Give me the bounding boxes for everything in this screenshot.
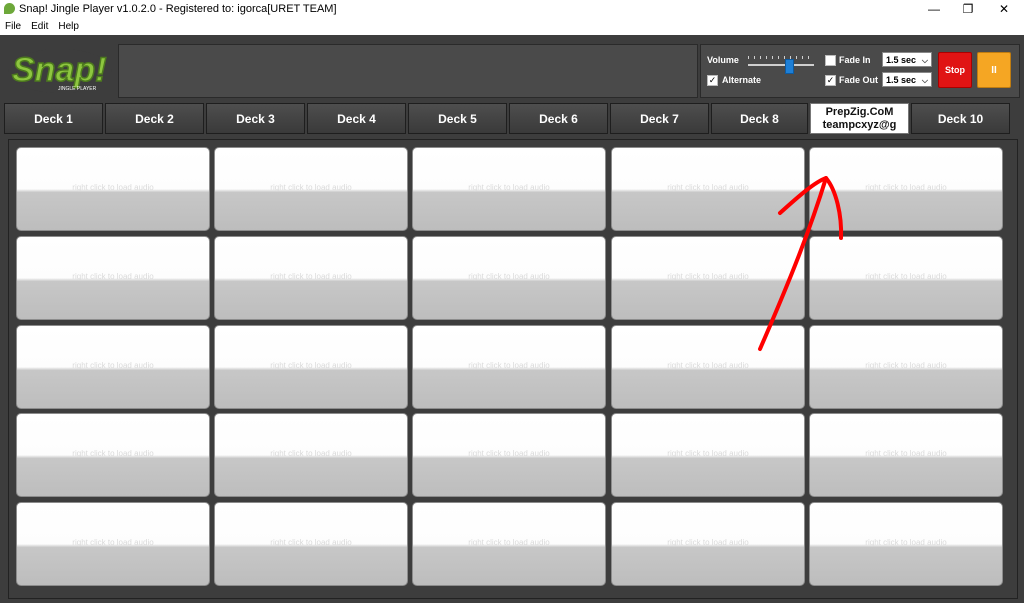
volume-slider-ticks	[748, 56, 814, 59]
jingle-pad[interactable]: right click to load audio	[809, 502, 1003, 586]
deck-tab-1[interactable]: Deck 1	[4, 103, 103, 134]
deck-tab-10[interactable]: Deck 10	[911, 103, 1010, 134]
pad-placeholder-text: right click to load audio	[270, 182, 352, 192]
deck-tab-9-line2: teampcxyz@g	[822, 118, 897, 131]
jingle-pad[interactable]: right click to load audio	[214, 325, 408, 409]
snap-logo: Snap! JINGLE PLAYER	[8, 49, 112, 93]
pad-placeholder-text: right click to load audio	[865, 360, 947, 370]
menu-edit[interactable]: Edit	[26, 18, 53, 35]
volume-slider-thumb[interactable]	[785, 59, 794, 74]
alternate-checkbox[interactable]: ✓	[707, 75, 718, 86]
jingle-pad[interactable]: right click to load audio	[412, 413, 606, 497]
pad-placeholder-text: right click to load audio	[667, 182, 749, 192]
jingle-pad[interactable]: right click to load audio	[611, 502, 805, 586]
jingle-pad[interactable]: right click to load audio	[16, 236, 210, 320]
pad-placeholder-text: right click to load audio	[270, 360, 352, 370]
pad-placeholder-text: right click to load audio	[270, 448, 352, 458]
minimize-button[interactable]: —	[916, 0, 952, 18]
pad-placeholder-text: right click to load audio	[468, 360, 550, 370]
jingle-pad[interactable]: right click to load audio	[611, 236, 805, 320]
fade-in-checkbox[interactable]	[825, 55, 836, 66]
deck-tab-6[interactable]: Deck 6	[509, 103, 608, 134]
window-title: Snap! Jingle Player v1.0.2.0 - Registere…	[19, 3, 337, 15]
jingle-pad[interactable]: right click to load audio	[214, 147, 408, 231]
pad-placeholder-text: right click to load audio	[72, 271, 154, 281]
deck-tab-5[interactable]: Deck 5	[408, 103, 507, 134]
track-display	[118, 44, 698, 98]
jingle-pad[interactable]: right click to load audio	[809, 236, 1003, 320]
pad-placeholder-text: right click to load audio	[865, 448, 947, 458]
pad-placeholder-text: right click to load audio	[865, 537, 947, 547]
deck-tab-4[interactable]: Deck 4	[307, 103, 406, 134]
fade-in-select[interactable]: 1.5 sec ⌵	[882, 52, 932, 67]
pad-placeholder-text: right click to load audio	[468, 182, 550, 192]
menu-file[interactable]: File	[0, 18, 26, 35]
jingle-pad[interactable]: right click to load audio	[16, 325, 210, 409]
menu-bar: File Edit Help	[0, 18, 1024, 35]
chevron-down-icon: ⌵	[921, 76, 928, 85]
pause-button[interactable]: II	[977, 52, 1011, 88]
pad-placeholder-text: right click to load audio	[667, 448, 749, 458]
menu-help[interactable]: Help	[53, 18, 84, 35]
pad-placeholder-text: right click to load audio	[270, 271, 352, 281]
maximize-button[interactable]: ❐	[950, 0, 986, 18]
jingle-pad[interactable]: right click to load audio	[214, 236, 408, 320]
pad-placeholder-text: right click to load audio	[72, 182, 154, 192]
jingle-pad[interactable]: right click to load audio	[611, 147, 805, 231]
jingle-pad[interactable]: right click to load audio	[16, 147, 210, 231]
jingle-pad[interactable]: right click to load audio	[611, 413, 805, 497]
deck-tab-8[interactable]: Deck 8	[711, 103, 808, 134]
deck-tab-7[interactable]: Deck 7	[610, 103, 709, 134]
volume-slider[interactable]	[748, 64, 814, 66]
jingle-pad[interactable]: right click to load audio	[16, 502, 210, 586]
pad-placeholder-text: right click to load audio	[270, 537, 352, 547]
logo-text: Snap!	[12, 51, 106, 89]
jingle-pad[interactable]: right click to load audio	[412, 236, 606, 320]
jingle-pad[interactable]: right click to load audio	[16, 413, 210, 497]
fade-out-select[interactable]: 1.5 sec ⌵	[882, 72, 932, 87]
jingle-pad[interactable]: right click to load audio	[611, 325, 805, 409]
fade-out-checkbox[interactable]: ✓	[825, 75, 836, 86]
fade-out-value: 1.5 sec	[886, 75, 917, 85]
deck-tab-2[interactable]: Deck 2	[105, 103, 204, 134]
jingle-pad[interactable]: right click to load audio	[412, 147, 606, 231]
pad-placeholder-text: right click to load audio	[667, 271, 749, 281]
deck-tab-3[interactable]: Deck 3	[206, 103, 305, 134]
volume-label: Volume	[707, 55, 739, 65]
pad-placeholder-text: right click to load audio	[72, 537, 154, 547]
jingle-pad[interactable]: right click to load audio	[809, 413, 1003, 497]
pad-placeholder-text: right click to load audio	[468, 448, 550, 458]
pad-placeholder-text: right click to load audio	[865, 271, 947, 281]
alternate-label: Alternate	[722, 75, 762, 85]
pad-placeholder-text: right click to load audio	[72, 360, 154, 370]
pad-placeholder-text: right click to load audio	[468, 271, 550, 281]
pad-placeholder-text: right click to load audio	[865, 182, 947, 192]
deck-tab-9-line1: PrepZig.CoM	[825, 105, 894, 118]
jingle-pad[interactable]: right click to load audio	[214, 502, 408, 586]
stop-button[interactable]: Stop	[938, 52, 972, 88]
pad-placeholder-text: right click to load audio	[468, 537, 550, 547]
pad-placeholder-text: right click to load audio	[72, 448, 154, 458]
chevron-down-icon: ⌵	[921, 56, 928, 65]
fade-out-label: Fade Out	[839, 75, 879, 85]
fade-in-value: 1.5 sec	[886, 55, 917, 65]
control-panel	[700, 44, 1020, 98]
logo-subtext: JINGLE PLAYER	[58, 86, 97, 92]
close-button[interactable]: ✕	[986, 0, 1022, 18]
pad-placeholder-text: right click to load audio	[667, 360, 749, 370]
jingle-pad[interactable]: right click to load audio	[809, 325, 1003, 409]
app-icon	[4, 3, 15, 14]
deck-tab-9[interactable]: PrepZig.CoM teampcxyz@g	[810, 103, 909, 134]
jingle-pad[interactable]: right click to load audio	[412, 502, 606, 586]
jingle-pad[interactable]: right click to load audio	[809, 147, 1003, 231]
jingle-pad[interactable]: right click to load audio	[412, 325, 606, 409]
jingle-pad[interactable]: right click to load audio	[214, 413, 408, 497]
title-bar: Snap! Jingle Player v1.0.2.0 - Registere…	[0, 0, 1024, 18]
pad-placeholder-text: right click to load audio	[667, 537, 749, 547]
fade-in-label: Fade In	[839, 55, 871, 65]
